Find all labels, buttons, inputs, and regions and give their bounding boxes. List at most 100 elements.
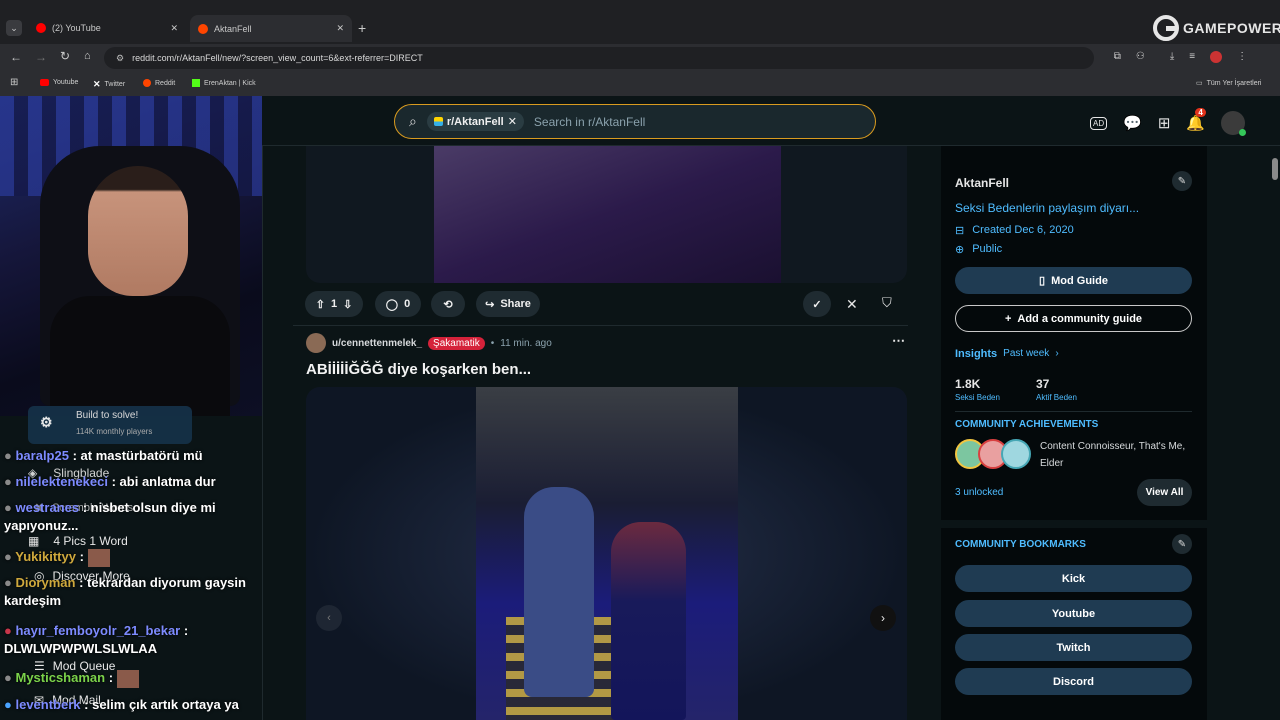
chat-message: ● hayır_femboyolr_21_bekar : DLWLWPWPWLS…: [4, 622, 234, 658]
back-icon[interactable]: ←: [10, 50, 22, 64]
profile-switch-icon[interactable]: ⚇: [1136, 51, 1145, 66]
download-icon[interactable]: ⤓: [1170, 51, 1174, 66]
address-bar[interactable]: ⚙ reddit.com/r/AktanFell/new/?screen_vie…: [104, 47, 1094, 69]
vote-control[interactable]: ⇧ 1 ⇩: [305, 291, 363, 317]
mod-guide-button[interactable]: ▯ Mod Guide: [955, 267, 1192, 294]
post-overflow-icon[interactable]: ⋯: [892, 333, 905, 349]
close-icon[interactable]: ✕: [508, 115, 517, 128]
bookmark-youtube[interactable]: Youtube: [40, 79, 78, 86]
author-link[interactable]: u/cennettenmelek_: [332, 338, 422, 349]
new-tab-button[interactable]: +: [358, 20, 366, 36]
community-description: Seksi Bedenlerin paylaşım diyarı...: [955, 201, 1140, 215]
reload-icon[interactable]: ↻: [60, 49, 70, 63]
chat-badge-icon: ●: [4, 697, 12, 712]
downvote-icon[interactable]: ⇩: [343, 298, 352, 311]
search-bar[interactable]: ⌕ r/AktanFell ✕ Search in r/AktanFell: [394, 104, 876, 139]
gamepower-watermark: GAMEPOWER: [1152, 14, 1280, 42]
upvote-icon[interactable]: ⇧: [316, 298, 325, 311]
bookmark-discord-button[interactable]: Discord: [955, 668, 1192, 695]
bookmark-twitter[interactable]: ✕ Twitter: [93, 79, 125, 90]
stat-value: 1.8K: [955, 377, 981, 391]
chat-message: ● nilelektenekeci : abi anlatma dur: [4, 473, 216, 491]
puzzle-icon: ⚙: [40, 414, 53, 430]
bookmark-kick-button[interactable]: Kick: [955, 565, 1192, 592]
author-avatar[interactable]: [306, 333, 326, 353]
stat-label: Seksi Beden: [955, 393, 1000, 402]
post-time: 11 min. ago: [500, 337, 552, 349]
edit-icon[interactable]: ✎: [1172, 534, 1192, 554]
chat-badge-icon: ●: [4, 448, 12, 463]
all-bookmarks[interactable]: ▭ Tüm Yer İşaretleri: [1196, 79, 1261, 88]
home-icon[interactable]: ⌂: [84, 50, 91, 62]
tab-label: AktanFell: [214, 23, 252, 34]
page-scrollbar[interactable]: [1270, 146, 1280, 720]
tab-list-button[interactable]: ⌄: [6, 20, 22, 36]
chat-badge-icon: ●: [4, 500, 12, 515]
close-icon[interactable]: ✕: [170, 23, 178, 34]
media-image: [434, 146, 781, 283]
notification-icon[interactable]: 🔔 4: [1186, 108, 1206, 132]
apps-icon[interactable]: ⊞: [10, 77, 18, 88]
add-community-guide-button[interactable]: + Add a community guide: [955, 305, 1192, 332]
edit-icon[interactable]: ✎: [1172, 171, 1192, 191]
advertise-icon[interactable]: AD: [1090, 116, 1108, 130]
menu-icon[interactable]: ⋮: [1237, 51, 1247, 66]
carousel-prev-button[interactable]: ‹: [316, 605, 342, 631]
chat-icon[interactable]: 💬: [1123, 114, 1142, 132]
achievement-badge-icon: [1001, 439, 1031, 469]
chat-text: :: [108, 670, 114, 685]
sidebar-section-gap: [941, 520, 1207, 528]
avatar[interactable]: [1210, 51, 1223, 63]
tab-youtube[interactable]: (2) YouTube ✕: [28, 17, 186, 39]
carousel-next-button[interactable]: ›: [870, 605, 896, 631]
emote-icon: [87, 548, 110, 567]
bookmark-reddit[interactable]: Reddit: [143, 79, 175, 87]
remove-button[interactable]: ✕: [846, 296, 858, 313]
post-meta: u/cennettenmelek_ Şakamatik • 11 min. ag…: [306, 333, 552, 353]
achievement-badges[interactable]: [955, 439, 1031, 471]
share-button[interactable]: ↪ Share: [476, 291, 540, 317]
community-sidebar: AktanFell ✎ Seksi Bedenlerin paylaşım di…: [941, 146, 1207, 720]
bookmarks-title: COMMUNITY BOOKMARKS: [955, 539, 1086, 550]
extensions-icon[interactable]: ⧉: [1114, 51, 1121, 66]
chat-badge-icon: ●: [4, 575, 12, 590]
share-icon: ↪: [485, 298, 495, 311]
separator: •: [490, 337, 495, 349]
close-icon[interactable]: ✕: [336, 23, 344, 34]
streamer-body: [50, 296, 230, 416]
person-figure: [524, 487, 594, 697]
chat-username: leventberk: [15, 697, 81, 712]
tab-aktanfell[interactable]: AktanFell ✕: [190, 15, 352, 42]
media-image: [476, 387, 738, 720]
user-avatar[interactable]: [1221, 111, 1247, 136]
past-week-link[interactable]: Past week: [1003, 348, 1049, 360]
chat-username: westranes: [15, 500, 80, 515]
scrollbar-thumb[interactable]: [1272, 158, 1278, 180]
tab-label: (2) YouTube: [52, 23, 101, 33]
previous-post-media[interactable]: [306, 146, 907, 283]
comments-button[interactable]: ◯ 0: [375, 291, 421, 317]
post-title[interactable]: ABİİİİİĞĞĞ diye koşarken ben...: [306, 361, 531, 378]
mod-shield-button[interactable]: ⛉: [882, 295, 892, 311]
approve-button[interactable]: ✓: [803, 291, 831, 317]
community-name: AktanFell: [955, 176, 1010, 190]
crosspost-button[interactable]: ⟲: [431, 291, 465, 317]
bookmark-kick[interactable]: ErenAktan | Kick: [192, 79, 256, 87]
folder-icon: ▭: [1196, 80, 1203, 87]
post-media-carousel[interactable]: ‹ ›: [306, 387, 907, 720]
view-all-button[interactable]: View All: [1137, 479, 1192, 506]
chat-message: ● Mysticshaman :: [4, 669, 139, 688]
site-info-icon[interactable]: ⚙: [116, 53, 124, 64]
streamer-webcam: [0, 96, 262, 416]
achievements-title: COMMUNITY ACHIEVEMENTS: [955, 419, 1099, 430]
achievements-text: Content Connoisseur, That's Me, Elder: [1040, 441, 1186, 469]
bookmark-twitch-button[interactable]: Twitch: [955, 634, 1192, 661]
stat-label: Aktif Beden: [1036, 393, 1077, 402]
create-post-icon[interactable]: ⊞: [1158, 114, 1171, 132]
reading-list-icon[interactable]: ≡: [1189, 51, 1195, 66]
chat-message: ● leventberk : selim çık artık ortaya ya: [4, 696, 239, 714]
subreddit-chip[interactable]: r/AktanFell ✕: [426, 112, 524, 131]
bookmark-youtube-button[interactable]: Youtube: [955, 600, 1192, 627]
x-icon: ✕: [93, 79, 101, 89]
forward-icon[interactable]: →: [35, 50, 47, 64]
